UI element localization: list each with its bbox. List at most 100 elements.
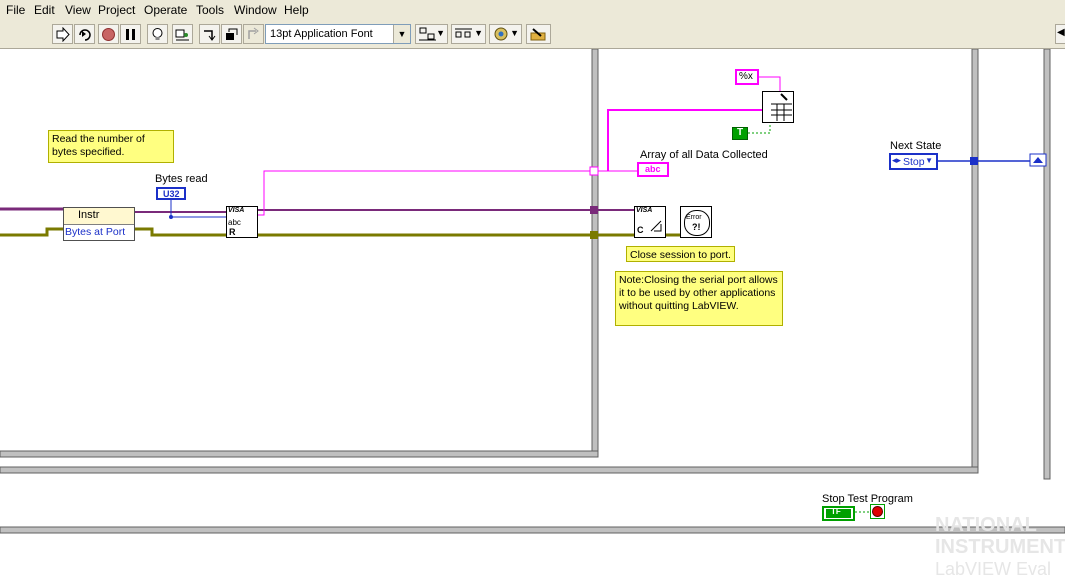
align-objects-dropdown[interactable]: ▼: [415, 24, 448, 44]
diagram-wires-and-structures: [0, 49, 1065, 534]
pause-icon: [126, 29, 135, 40]
label-array-collected: Array of all Data Collected: [640, 149, 768, 161]
string-wire-to-spreadsheet: [607, 109, 762, 171]
label-next-state: Next State: [890, 140, 942, 152]
chevron-down-icon: ▼: [474, 28, 483, 38]
distribute-icon: [455, 28, 472, 38]
menu-window[interactable]: Window: [234, 3, 277, 17]
chevron-down-icon: ▼: [510, 28, 519, 38]
format-wire: [759, 76, 781, 91]
run-continuously-button[interactable]: [74, 24, 95, 44]
string-wire-read-to-tunnel: [258, 170, 592, 216]
clean-up-icon: [530, 28, 546, 41]
close-c-icon: C: [637, 225, 644, 235]
bytes-at-port-label: Bytes at Port: [65, 226, 126, 238]
step-out-button[interactable]: [243, 24, 264, 44]
case-structure-frame-bottom: [0, 450, 599, 458]
enum-increment-icon: ◂▸: [892, 155, 902, 165]
next-state-value: Stop: [903, 156, 925, 168]
string-tunnel: [589, 166, 599, 176]
distribute-objects-dropdown[interactable]: ▼: [451, 24, 486, 44]
reorder-dropdown[interactable]: ▼: [489, 24, 522, 44]
while-loop-frame-right: [971, 49, 979, 474]
error-exclaim-icon: ?!: [692, 222, 701, 232]
chevron-down-icon: ▼: [436, 28, 445, 38]
pause-button[interactable]: [120, 24, 141, 44]
menu-file[interactable]: File: [6, 3, 25, 17]
spreadsheet-icon: [771, 93, 792, 121]
label-bytes-read: Bytes read: [155, 173, 208, 185]
chevron-down-icon: ▼: [393, 25, 410, 43]
step-into-button[interactable]: [199, 24, 220, 44]
menu-bar: File Edit View Project Operate Tools Win…: [0, 0, 1065, 22]
true-text: T: [737, 127, 744, 138]
outer-structure-frame-bottom: [0, 526, 1065, 534]
menu-tools[interactable]: Tools: [196, 3, 224, 17]
true-constant[interactable]: T: [732, 127, 748, 140]
comment-read-bytes[interactable]: Read the number of bytes specified.: [48, 130, 174, 163]
font-selector-value: 13pt Application Font: [270, 28, 373, 40]
format-text: %x: [739, 71, 753, 82]
close-hand-icon: [650, 220, 662, 232]
abc-text: abc: [228, 218, 241, 227]
chevron-left-icon: ◀: [1057, 27, 1065, 38]
stop-condition-icon: [872, 506, 883, 517]
visa-text: VISA: [228, 207, 245, 214]
menu-view[interactable]: View: [65, 3, 91, 17]
step-into-icon: [204, 30, 216, 41]
align-icon: [419, 27, 436, 41]
menu-project[interactable]: Project: [98, 3, 135, 17]
comment-close-session[interactable]: Close session to port.: [626, 246, 735, 262]
u32-text: U32: [163, 189, 180, 199]
menu-operate[interactable]: Operate: [144, 3, 187, 17]
toolbar: 13pt Application Font ▼ ▼ ▼ ▼ ◀: [0, 21, 1065, 49]
stop-test-program-terminal[interactable]: TF: [822, 506, 855, 521]
abort-button[interactable]: [98, 24, 119, 44]
step-over-icon: [226, 28, 238, 40]
watermark-line3: LabVIEW Eval: [935, 559, 1052, 579]
watermark-line1: NATIONAL: [935, 514, 1037, 536]
spreadsheet-string-to-array-function[interactable]: [762, 91, 794, 123]
abc-indicator-text: abc: [645, 164, 661, 174]
clean-up-diagram-button[interactable]: [526, 24, 551, 44]
label-stop-test-program: Stop Test Program: [822, 493, 913, 505]
format-string-constant[interactable]: %x: [735, 69, 759, 85]
step-over-button[interactable]: [221, 24, 242, 44]
case-structure-frame-right: [591, 49, 599, 458]
run-continuously-icon: [79, 29, 91, 41]
next-state-enum[interactable]: ◂▸ Stop ▼: [889, 153, 938, 170]
run-button[interactable]: [52, 24, 73, 44]
menu-edit[interactable]: Edit: [34, 3, 55, 17]
run-arrow-icon: [56, 27, 70, 42]
font-selector[interactable]: 13pt Application Font ▼: [265, 24, 411, 44]
tf-text: TF: [831, 507, 841, 516]
retain-wire-values-button[interactable]: [172, 24, 193, 44]
ni-watermark: NATIONAL INSTRUMENTS LabVIEW Eval: [935, 514, 1065, 580]
wire-junction: [169, 215, 173, 219]
error-wire-left: [0, 227, 63, 237]
instr-label: Instr: [78, 209, 100, 221]
abort-stop-icon: [102, 28, 115, 41]
error-tunnel: [590, 231, 598, 239]
visa-tunnel: [590, 206, 598, 214]
error-handler-function[interactable]: Error ?!: [680, 206, 712, 238]
lightbulb-icon: [152, 28, 163, 40]
highlight-execution-button[interactable]: [147, 24, 168, 44]
loop-stop-condition[interactable]: [870, 504, 885, 519]
array-data-indicator[interactable]: abc: [637, 162, 669, 177]
step-out-icon: [248, 27, 259, 39]
toolbar-overflow-button[interactable]: ◀: [1055, 24, 1065, 44]
bytes-read-indicator[interactable]: U32: [156, 187, 186, 200]
chevron-down-icon: ▼: [925, 156, 933, 165]
visa-close-function[interactable]: VISA C: [634, 206, 666, 238]
read-r-icon: R: [229, 227, 236, 237]
comment-note-serial-port[interactable]: Note:Closing the serial port allows it t…: [615, 271, 783, 326]
block-diagram[interactable]: Read the number of bytes specified. Clos…: [0, 49, 1065, 579]
while-loop-frame-bottom: [0, 466, 979, 474]
error-wire-instr-to-read: [135, 227, 226, 237]
probe-icon: [175, 29, 189, 41]
visa-read-function[interactable]: VISA abc R: [226, 206, 258, 238]
visa-property-node[interactable]: Instr Bytes at Port: [63, 207, 135, 241]
visa-close-text: VISA: [636, 207, 653, 214]
menu-help[interactable]: Help: [284, 3, 309, 17]
